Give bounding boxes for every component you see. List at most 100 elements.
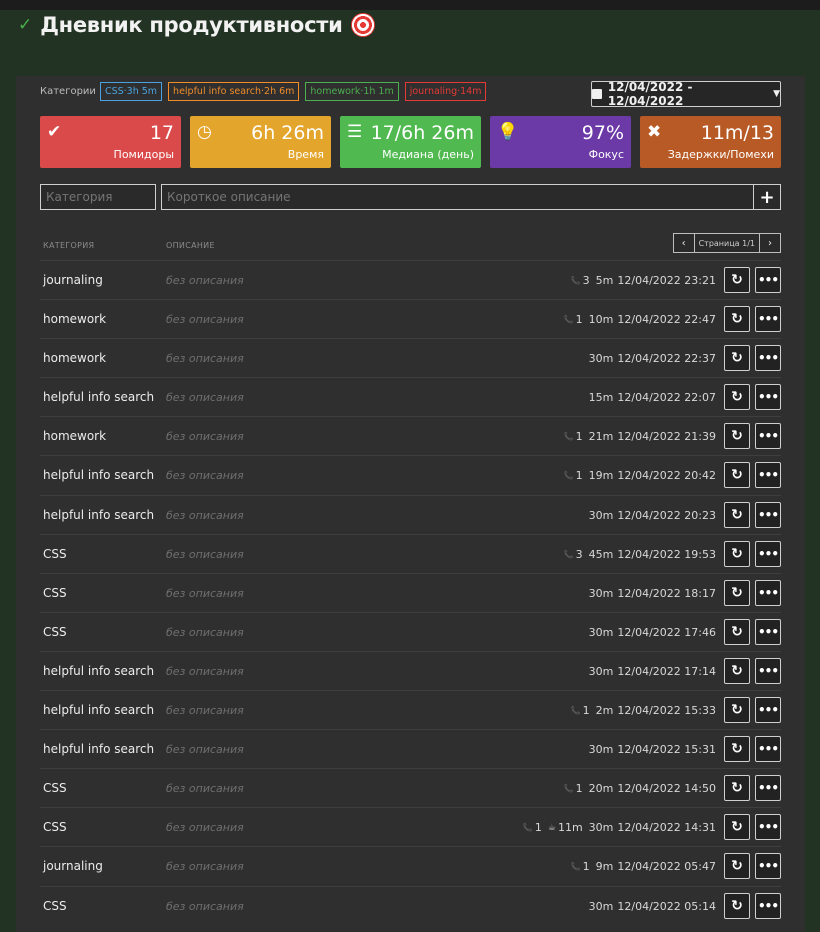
more-options-button[interactable]: •••	[755, 540, 781, 567]
row-duration: 30m	[588, 625, 614, 639]
category-tag[interactable]: helpful info search·2h 6m	[168, 82, 300, 101]
date-range-picker[interactable]: 12/04/2022 - 12/04/2022 ▼	[591, 80, 781, 108]
row-datetime: 12/04/2022 17:46	[617, 625, 716, 639]
row-category: homework	[43, 429, 107, 444]
add-entry-button[interactable]: +	[754, 184, 781, 210]
repeat-button[interactable]: ↻	[724, 306, 750, 333]
more-options-button[interactable]: •••	[755, 345, 781, 372]
category-tag[interactable]: homework·1h 1m	[305, 82, 399, 101]
row-category: homework	[43, 351, 107, 366]
repeat-button[interactable]: ↻	[724, 736, 750, 763]
row-datetime: 12/04/2022 20:23	[617, 508, 716, 522]
more-options-button[interactable]: •••	[755, 657, 781, 684]
more-options-button[interactable]: •••	[755, 697, 781, 724]
more-options-button[interactable]: •••	[755, 853, 781, 880]
repeat-button[interactable]: ↻	[724, 423, 750, 450]
repeat-button[interactable]: ↻	[724, 853, 750, 880]
repeat-button[interactable]: ↻	[724, 384, 750, 411]
row-category: helpful info search	[43, 663, 155, 678]
repeat-button[interactable]: ↻	[724, 540, 750, 567]
repeat-button[interactable]: ↻	[724, 814, 750, 841]
more-options-button[interactable]: •••	[755, 306, 781, 333]
chevron-down-icon: ▼	[773, 89, 780, 99]
ellipsis-icon: •••	[757, 390, 779, 405]
table-row: homework без описания 📞 1 21m 12/04/2022 21:3…	[40, 416, 781, 455]
prev-page-button[interactable]: ‹	[672, 233, 695, 253]
redo-icon: ↻	[731, 350, 743, 367]
category-input[interactable]	[40, 184, 156, 210]
table-row: CSS без описания 📞 3 45m 12/04/2022 19:53 ↻ •••	[40, 533, 781, 573]
repeat-button[interactable]: ↻	[724, 579, 750, 606]
repeat-button[interactable]: ↻	[724, 697, 750, 724]
more-options-button[interactable]: •••	[755, 814, 781, 841]
row-meta: 15m 12/04/2022 22:07	[589, 391, 716, 404]
row-meta: 📞 1 ☕ 11m 30m 12/04/2022 14:31	[523, 821, 716, 834]
row-duration: 2m	[595, 704, 614, 718]
next-page-button[interactable]: ›	[759, 233, 781, 253]
row-meta: 📞 1 20m 12/04/2022 14:50	[564, 782, 716, 795]
categories-label: Категории	[40, 86, 96, 97]
row-duration: 9m	[595, 860, 614, 874]
phone-icon: 📞	[570, 276, 581, 285]
more-options-button[interactable]: •••	[755, 267, 781, 293]
ellipsis-icon: •••	[757, 507, 779, 522]
repeat-button[interactable]: ↻	[724, 501, 750, 528]
more-options-button[interactable]: •••	[755, 384, 781, 411]
description-input[interactable]	[161, 184, 754, 210]
more-options-button[interactable]: •••	[755, 775, 781, 802]
calendar-icon	[592, 89, 602, 99]
page-indicator: Страница 1/1	[694, 233, 759, 253]
category-tag[interactable]: CSS·3h 5m	[99, 82, 163, 101]
redo-icon: ↻	[731, 858, 743, 875]
row-datetime: 12/04/2022 05:14	[617, 899, 716, 913]
redo-icon: ↻	[731, 545, 743, 562]
redo-icon: ↻	[731, 311, 743, 328]
row-duration: 20m	[588, 782, 614, 796]
stat-label: Медиана (день)	[382, 148, 474, 161]
category-tag[interactable]: journaling·14m	[404, 82, 487, 101]
row-description: без описания	[166, 430, 244, 444]
row-category: helpful info search	[43, 703, 155, 718]
redo-icon: ↻	[731, 467, 743, 484]
ellipsis-icon: •••	[757, 273, 779, 287]
repeat-button[interactable]: ↻	[724, 345, 750, 372]
row-datetime: 12/04/2022 15:33	[617, 704, 716, 718]
repeat-button[interactable]: ↻	[724, 775, 750, 802]
target-icon	[350, 13, 375, 37]
page-header: ✓ Дневник продуктивности	[18, 10, 375, 40]
row-category: helpful info search	[43, 390, 155, 405]
row-category: journaling	[43, 859, 103, 874]
table-row: homework без описания 📞 1 10m 12/04/2022 22:4…	[40, 299, 781, 338]
more-options-button[interactable]: •••	[755, 618, 781, 645]
row-description: без описания	[166, 508, 244, 522]
row-description: без описания	[166, 664, 244, 678]
redo-icon: ↻	[731, 819, 743, 836]
row-datetime: 12/04/2022 22:07	[617, 391, 716, 405]
table-row: helpful info search без описания 30m 12/04/…	[40, 729, 781, 768]
repeat-button[interactable]: ↻	[724, 618, 750, 645]
stats-cards: ✔ 17 Помидоры ◷ 6h 26m Время ☰ 17/6h 26m Медиана…	[40, 116, 790, 168]
stat-card: ◷ 6h 26m Время	[190, 116, 331, 168]
repeat-button[interactable]: ↻	[724, 462, 750, 489]
row-description: без описания	[166, 704, 244, 718]
redo-icon: ↻	[731, 272, 743, 288]
row-category: CSS	[43, 898, 67, 913]
more-options-button[interactable]: •••	[755, 892, 781, 919]
ellipsis-icon: •••	[757, 585, 779, 600]
list-icon: ☰	[347, 122, 363, 142]
more-options-button[interactable]: •••	[755, 736, 781, 763]
table-row: CSS без описания 30m 12/04/2022 17:46 ↻ •••	[40, 611, 781, 651]
redo-icon: ↻	[731, 662, 743, 679]
more-options-button[interactable]: •••	[755, 462, 781, 489]
repeat-button[interactable]: ↻	[724, 657, 750, 684]
more-options-button[interactable]: •••	[755, 579, 781, 606]
ellipsis-icon: •••	[757, 820, 779, 835]
row-interruptions: 1	[582, 704, 590, 718]
row-meta: 30m 12/04/2022 17:14	[589, 665, 716, 678]
repeat-button[interactable]: ↻	[724, 892, 750, 919]
repeat-button[interactable]: ↻	[724, 267, 750, 293]
more-options-button[interactable]: •••	[755, 501, 781, 528]
row-description: без описания	[166, 782, 244, 796]
more-options-button[interactable]: •••	[755, 423, 781, 450]
row-description: без описания	[166, 899, 244, 913]
